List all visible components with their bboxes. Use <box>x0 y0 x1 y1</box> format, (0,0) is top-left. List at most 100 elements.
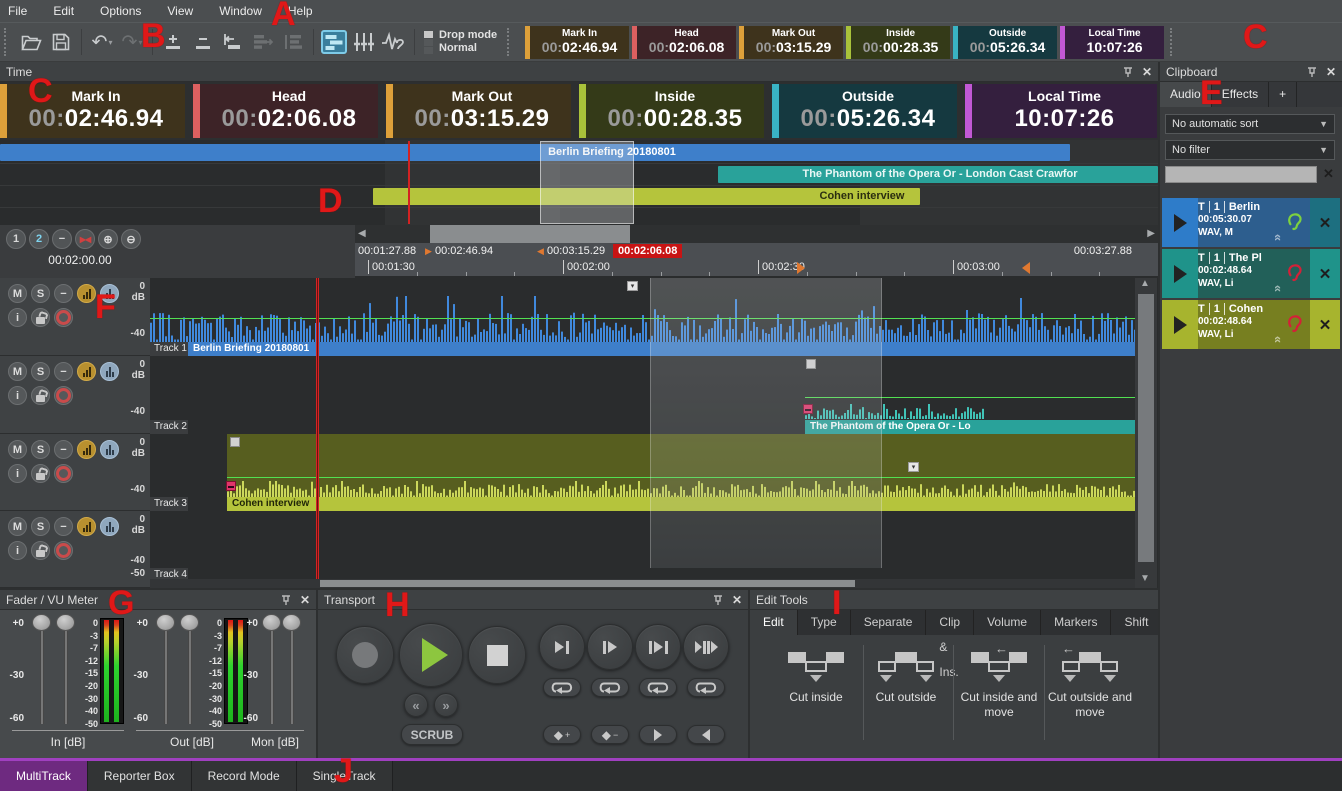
zoom-in-button[interactable]: ⊕ <box>98 229 118 249</box>
fader-knob[interactable] <box>262 614 281 631</box>
edit-tools-tab-separate[interactable]: Separate <box>851 610 927 635</box>
solo-button[interactable]: S <box>31 284 50 303</box>
timeline-ruler[interactable]: 00:01:27.88 ▶ 00:02:46.94 ◀ 00:03:15.29 … <box>355 243 1158 278</box>
mute-button[interactable]: M <box>8 284 27 303</box>
loop-button[interactable] <box>591 678 629 697</box>
zoom-to-marks-button[interactable]: ▶◀ <box>75 229 95 249</box>
scroll-down-icon[interactable]: ▼ <box>1140 570 1150 588</box>
mark-in-triangle-icon[interactable] <box>797 262 805 274</box>
info-button[interactable]: i <box>8 308 27 327</box>
jump-back-button[interactable]: « <box>404 693 428 717</box>
edit-tools-tab-edit[interactable]: Edit <box>750 610 798 635</box>
info-button[interactable]: i <box>8 464 27 483</box>
zoom-preset-1-button[interactable]: 1 <box>6 229 26 249</box>
meter-display-icon[interactable] <box>100 362 119 381</box>
edit-tools-tab-markers[interactable]: Markers <box>1041 610 1111 635</box>
open-icon[interactable] <box>16 27 46 57</box>
collapse-button[interactable]: − <box>54 517 73 536</box>
pin-icon[interactable] <box>1306 66 1318 78</box>
expand-chevrons-icon[interactable]: « <box>1271 285 1286 292</box>
info-button[interactable]: i <box>8 541 27 560</box>
close-icon[interactable]: ✕ <box>1142 65 1152 79</box>
entry-play-button[interactable] <box>1162 300 1198 349</box>
play-between-marks-button[interactable] <box>635 624 681 670</box>
overview-view-window[interactable] <box>540 141 634 224</box>
play-to-mark-button[interactable] <box>539 624 585 670</box>
mixer-icon[interactable] <box>349 27 379 57</box>
scroll-left-icon[interactable]: ◀ <box>358 225 366 243</box>
track1-marker-icon[interactable]: ▾ <box>627 281 638 291</box>
expand-chevrons-icon[interactable]: « <box>1271 234 1286 241</box>
scroll-up-icon[interactable]: ▲ <box>1140 278 1150 293</box>
pin-icon[interactable] <box>712 594 724 606</box>
time-display[interactable]: Mark Out 00:03:15.29 <box>386 84 571 138</box>
lock-icon[interactable] <box>31 464 50 483</box>
loop-button[interactable] <box>543 678 581 697</box>
entry-play-button[interactable] <box>1162 198 1198 247</box>
selection-region[interactable] <box>650 278 882 568</box>
menu-options[interactable]: Options <box>100 4 141 18</box>
fader-knob[interactable] <box>56 614 75 631</box>
entry-info[interactable]: T1Cohen 00:02:48.64 WAV, Li « <box>1198 300 1280 349</box>
close-icon[interactable]: ✕ <box>732 593 742 607</box>
lock-icon[interactable] <box>31 386 50 405</box>
edit-tools-tab-volume[interactable]: Volume <box>974 610 1041 635</box>
solo-button[interactable]: S <box>31 440 50 459</box>
time-display[interactable]: Local Time 10:07:26 <box>1060 26 1164 59</box>
project-overview[interactable]: Berlin Briefing 20180801The Phantom of t… <box>0 140 1158 225</box>
clipboard-search-input[interactable] <box>1165 166 1317 183</box>
track1-name-cell[interactable]: Track 1 <box>150 342 188 356</box>
time-display[interactable]: Inside 00:00:28.35 <box>846 26 950 59</box>
mark-out-triangle-icon[interactable] <box>1022 262 1030 274</box>
entry-remove-button[interactable]: ✕ <box>1310 198 1340 247</box>
save-icon[interactable] <box>46 27 76 57</box>
add-marker-button[interactable]: ◆+ <box>543 725 581 744</box>
overview-clip[interactable] <box>0 144 1070 161</box>
time-display[interactable]: Mark Out 00:03:15.29 <box>739 26 843 59</box>
mute-button[interactable]: M <box>8 517 27 536</box>
scroll-right-icon[interactable]: ▶ <box>1147 225 1155 243</box>
record-arm-button[interactable] <box>54 308 73 327</box>
time-display[interactable]: Head 00:02:06.08 <box>193 84 378 138</box>
track3-clip-start-marker-icon[interactable] <box>226 481 236 491</box>
collapse-button[interactable]: − <box>54 440 73 459</box>
time-display[interactable]: Outside 00:05:26.34 <box>953 26 1057 59</box>
prev-marker-button[interactable] <box>687 725 725 744</box>
info-button[interactable]: i <box>8 386 27 405</box>
solo-button[interactable]: S <box>31 362 50 381</box>
play-over-cut-button[interactable] <box>683 624 729 670</box>
track2-name-cell[interactable]: Track 2 <box>150 420 188 434</box>
record-arm-button[interactable] <box>54 464 73 483</box>
close-icon[interactable]: ✕ <box>1326 65 1336 79</box>
solo-button[interactable]: S <box>31 517 50 536</box>
expand-chevrons-icon[interactable]: « <box>1271 336 1286 343</box>
next-marker-button[interactable] <box>639 725 677 744</box>
edit-tools-tab-clipins[interactable]: Clip & Ins. <box>926 610 974 635</box>
zoom-out-button[interactable]: ⊖ <box>121 229 141 249</box>
filter-dropdown[interactable]: No filter▼ <box>1165 140 1335 160</box>
entry-info[interactable]: T1The Pl 00:02:48.64 WAV, Li « <box>1198 249 1280 298</box>
meter-mode-icon[interactable] <box>77 517 96 536</box>
fader-knob[interactable] <box>282 614 301 631</box>
entry-play-button[interactable] <box>1162 249 1198 298</box>
entry-remove-button[interactable]: ✕ <box>1310 300 1340 349</box>
time-display[interactable]: Mark In 00:02:46.94 <box>525 26 629 59</box>
meter-mode-icon[interactable] <box>77 284 96 303</box>
fader-knob[interactable] <box>180 614 199 631</box>
toolbar-grip[interactable] <box>1170 28 1178 56</box>
tracks-v-scrollbar[interactable]: ▲ ▼ <box>1135 278 1157 588</box>
clipboard-entry[interactable]: T1Berlin 00:05:30.07 WAV, M « ✕ <box>1162 198 1340 247</box>
cut-inside-move-button[interactable]: ← Cut inside and move <box>949 648 1049 720</box>
collapse-button[interactable]: − <box>54 284 73 303</box>
meter-mode-icon[interactable] <box>77 440 96 459</box>
clipboard-entry[interactable]: T1The Pl 00:02:48.64 WAV, Li « ✕ <box>1162 249 1340 298</box>
record-arm-button[interactable] <box>54 386 73 405</box>
loop-button[interactable] <box>639 678 677 697</box>
loop-button[interactable] <box>687 678 725 697</box>
scrub-button[interactable]: SCRUB <box>401 724 463 745</box>
clipboard-tab-[interactable]: + <box>1269 82 1297 107</box>
toolbar-grip[interactable] <box>507 28 515 56</box>
menu-view[interactable]: View <box>167 4 193 18</box>
play-button[interactable] <box>399 623 463 687</box>
edit-tools-tab-type[interactable]: Type <box>798 610 851 635</box>
